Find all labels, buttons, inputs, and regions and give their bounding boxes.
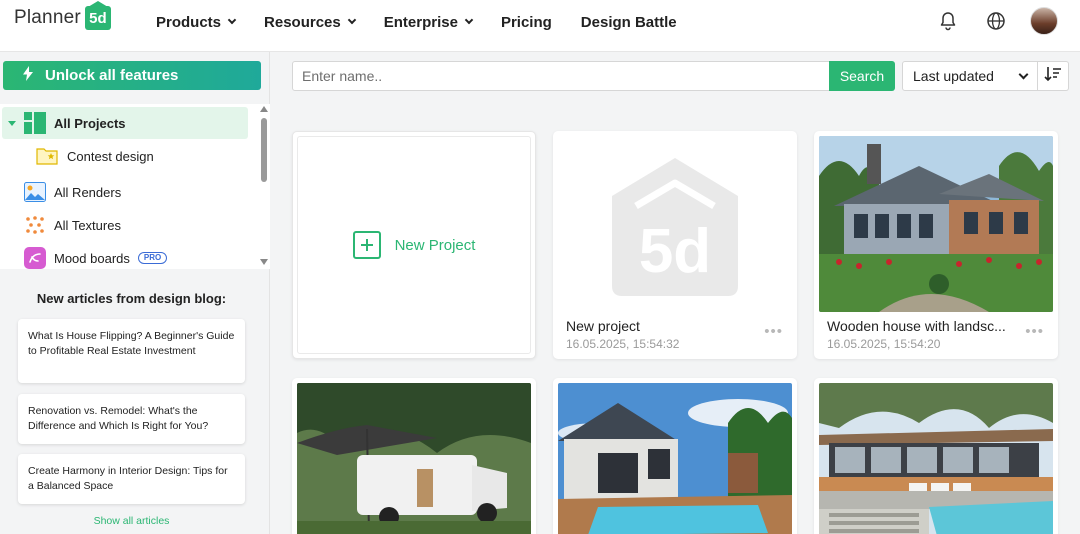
- search-input[interactable]: [292, 61, 830, 91]
- renders-icon: [24, 182, 46, 205]
- tree-label: All Renders: [54, 184, 122, 200]
- nav-enterprise-label: Enterprise: [383, 13, 458, 31]
- header-icons: [914, 7, 1058, 35]
- project-card[interactable]: [292, 378, 536, 534]
- logo-badge: 5d: [84, 1, 111, 30]
- project-tree: All Projects Contest design All Renders …: [0, 104, 258, 269]
- tree-label: Contest design: [67, 148, 154, 164]
- tree-item-all-textures[interactable]: All Textures: [2, 209, 248, 241]
- sidebar: Unlock all features All Projects Contest…: [0, 52, 270, 534]
- chevron-down-icon: [1018, 69, 1029, 80]
- bell-icon[interactable]: [934, 7, 962, 35]
- top-header: Planner 5d Products Resources Enterprise…: [0, 0, 1080, 52]
- project-thumbnail: [297, 383, 531, 534]
- scroll-down-arrow-icon[interactable]: [260, 259, 268, 265]
- project-card[interactable]: 5d New project 16.05.2025, 15:54:32 •••: [553, 131, 797, 359]
- project-date: 16.05.2025, 15:54:32: [566, 337, 680, 351]
- plus-icon: [352, 231, 381, 259]
- nav-design-battle[interactable]: Design Battle: [581, 14, 677, 31]
- tree-label: All Projects: [54, 115, 126, 131]
- user-avatar[interactable]: [1030, 7, 1058, 35]
- planner5d-logo[interactable]: Planner 5d: [14, 1, 111, 30]
- caret-down-icon: [8, 120, 16, 126]
- tree-label: Mood boards: [54, 250, 130, 266]
- sort-descending-icon: [1044, 66, 1062, 87]
- tree-item-all-renders[interactable]: All Renders: [2, 176, 248, 208]
- globe-icon[interactable]: [982, 7, 1010, 35]
- lightning-icon: [23, 66, 33, 85]
- search-button[interactable]: Search: [829, 61, 895, 91]
- chevron-down-icon: [227, 15, 237, 25]
- nav-products[interactable]: Products: [156, 13, 237, 31]
- scroll-up-arrow-icon[interactable]: [260, 106, 268, 112]
- more-options-icon[interactable]: •••: [764, 323, 783, 340]
- chevron-down-icon: [347, 15, 356, 25]
- project-thumbnail: [819, 136, 1053, 312]
- project-card[interactable]: Wooden house with landsc... 16.05.2025, …: [814, 131, 1058, 359]
- nav-products-label: Products: [156, 13, 222, 31]
- nav-pricing[interactable]: Pricing: [501, 14, 552, 31]
- sort-direction-button[interactable]: [1038, 61, 1069, 91]
- sort-value: Last updated: [913, 68, 994, 84]
- nav-resources[interactable]: Resources: [264, 13, 356, 31]
- blog-section-title: New articles from design blog:: [36, 291, 227, 306]
- project-thumbnail: [558, 383, 792, 534]
- unlock-label: Unlock all features: [45, 67, 179, 84]
- new-project-area: New Project: [297, 136, 531, 354]
- nav-enterprise[interactable]: Enterprise: [383, 13, 474, 31]
- tree-label: All Textures: [54, 217, 121, 233]
- sort-dropdown[interactable]: Last updated: [902, 61, 1038, 91]
- textures-icon: [24, 215, 46, 238]
- project-thumbnail: 5d: [558, 136, 792, 312]
- pro-badge: PRO: [137, 252, 168, 264]
- avatar: [1030, 7, 1058, 35]
- project-thumbnail: [819, 383, 1053, 534]
- blog-article-card[interactable]: Create Harmony in Interior Design: Tips …: [18, 454, 245, 504]
- nav-design-battle-label: Design Battle: [580, 13, 677, 31]
- show-all-articles-link[interactable]: Show all articles: [0, 515, 263, 527]
- tree-item-all-projects[interactable]: All Projects: [2, 107, 248, 139]
- mood-board-icon: [24, 247, 46, 272]
- more-options-icon[interactable]: •••: [1025, 323, 1044, 340]
- project-title: Wooden house with landsc...: [827, 318, 1006, 334]
- scrollbar-thumb[interactable]: [261, 118, 267, 182]
- svg-text:5d: 5d: [639, 217, 711, 286]
- chevron-down-icon: [464, 15, 474, 25]
- new-project-label: New Project: [394, 236, 476, 254]
- tree-item-contest-design[interactable]: Contest design: [2, 140, 248, 172]
- project-title: New project: [566, 318, 640, 334]
- blog-article-card[interactable]: Renovation vs. Remodel: What's the Diffe…: [18, 394, 245, 444]
- project-date: 16.05.2025, 15:54:20: [827, 337, 941, 351]
- projects-icon: [24, 112, 46, 137]
- project-card[interactable]: [553, 378, 797, 534]
- main-nav: Products Resources Enterprise Pricing De…: [156, 0, 706, 44]
- nav-pricing-label: Pricing: [500, 13, 552, 31]
- folder-star-icon: [36, 147, 58, 168]
- unlock-features-button[interactable]: Unlock all features: [3, 61, 261, 90]
- new-project-card[interactable]: New Project: [292, 131, 536, 359]
- tree-item-mood-boards[interactable]: Mood boards PRO: [2, 242, 248, 274]
- nav-resources-label: Resources: [264, 13, 341, 31]
- project-card[interactable]: [814, 378, 1058, 534]
- logo-text: Planner: [14, 7, 81, 28]
- blog-article-card[interactable]: What Is House Flipping? A Beginner's Gui…: [18, 319, 245, 383]
- tree-scrollbar[interactable]: [258, 104, 270, 269]
